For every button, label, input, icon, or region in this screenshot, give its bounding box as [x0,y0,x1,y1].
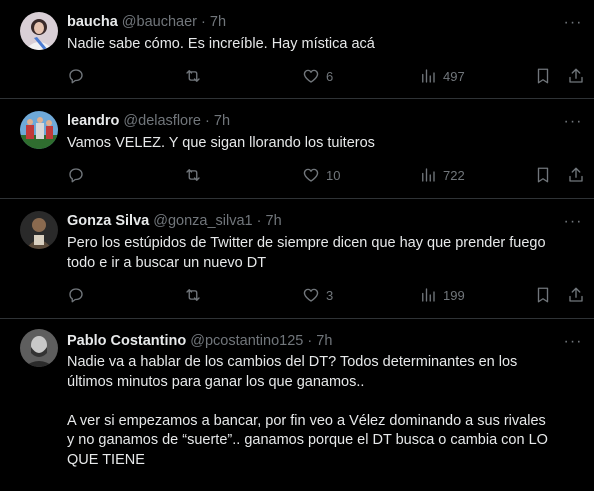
tweet-header: leandro @delasflore · 7h [67,112,230,130]
views-count: 497 [443,68,465,84]
tweet-text: Nadie sabe cómo. Es increíble. Hay místi… [67,35,567,55]
tweet-paragraph: Nadie sabe cómo. Es increíble. Hay místi… [67,36,375,52]
timestamp[interactable]: 7h [214,113,230,129]
tweet-text: Nadie va a hablar de los cambios del DT?… [67,353,557,470]
like-button[interactable]: 3 [302,285,333,305]
separator-dot: · [205,113,210,129]
share-button[interactable] [567,66,585,86]
retweet-button[interactable] [184,165,202,185]
views-icon [422,168,435,182]
author-name[interactable]: leandro [67,113,119,129]
tweet-paragraph: A ver si empezamos a bancar, por fin veo… [67,412,548,468]
more-icon[interactable]: ··· [562,15,584,36]
action-bar: 10 722 [67,165,586,185]
more-icon[interactable]: ··· [562,334,584,355]
share-button[interactable] [567,165,585,185]
author-name[interactable]: Gonza Silva [67,213,149,229]
timestamp[interactable]: 7h [266,213,282,229]
heart-icon [303,69,319,83]
reply-button[interactable] [67,165,85,185]
action-bar: 6 497 [67,66,586,86]
tweet-header: baucha @bauchaer · 7h [67,13,226,31]
share-icon [569,68,583,83]
like-button[interactable]: 10 [302,165,340,185]
views-button[interactable]: 722 [419,165,465,185]
tweet-header: Gonza Silva @gonza_silva1 · 7h [67,212,282,230]
retweet-button[interactable] [184,285,202,305]
tweet-paragraph: Pero los estúpidos de Twitter de siempre… [67,235,546,271]
reply-icon [69,69,83,84]
like-count: 10 [326,167,341,183]
timestamp[interactable]: 7h [316,333,332,349]
separator-dot: · [307,333,313,349]
author-handle[interactable]: @bauchaer [122,14,197,30]
like-count: 3 [326,287,334,303]
like-count: 6 [326,68,334,84]
bookmark-icon [537,287,549,303]
more-icon[interactable]: ··· [562,214,584,235]
like-button[interactable]: 6 [302,66,333,86]
retweet-icon [186,289,200,301]
tweet[interactable]: Gonza Silva @gonza_silva1 · 7h ··· Pero … [0,199,594,319]
avatar[interactable] [20,211,58,249]
retweet-icon [186,169,200,181]
retweet-icon [186,70,200,82]
reply-icon [69,288,83,303]
author-name[interactable]: baucha [67,14,118,30]
bookmark-icon [537,167,549,183]
separator-dot: · [201,14,206,30]
bookmark-button[interactable] [534,66,552,86]
heart-icon [303,288,319,302]
author-handle[interactable]: @delasflore [123,113,201,129]
tweet-paragraph: Nadie va a hablar de los cambios del DT?… [67,354,518,390]
more-icon[interactable]: ··· [562,114,584,135]
views-button[interactable]: 199 [419,285,465,305]
tweet[interactable]: baucha @bauchaer · 7h ··· Nadie sabe cóm… [0,0,594,99]
timestamp[interactable]: 7h [210,14,226,30]
share-icon [569,287,583,302]
views-button[interactable]: 497 [419,66,465,86]
bookmark-icon [537,68,549,84]
views-count: 722 [443,167,465,183]
tweet-header: Pablo Costantino @pcostantino125 · 7h [67,332,332,350]
tweet-text: Vamos VELEZ. Y que sigan llorando los tu… [67,134,567,154]
author-name[interactable]: Pablo Costantino [67,333,186,349]
bookmark-button[interactable] [534,285,552,305]
separator-dot: · [256,213,262,229]
reply-button[interactable] [67,285,85,305]
tweet[interactable]: leandro @delasflore · 7h ··· Vamos VELEZ… [0,99,594,199]
views-count: 199 [443,287,465,303]
share-icon [569,167,583,182]
retweet-button[interactable] [184,66,202,86]
reply-button[interactable] [67,66,85,86]
avatar[interactable] [20,12,58,50]
tweet[interactable]: Pablo Costantino @pcostantino125 · 7h ··… [0,319,594,491]
tweet-paragraph: Vamos VELEZ. Y que sigan llorando los tu… [67,135,375,151]
views-icon [422,69,435,83]
heart-icon [303,168,319,182]
reply-icon [69,168,83,183]
avatar[interactable] [20,329,58,367]
views-icon [422,288,435,302]
tweet-text: Pero los estúpidos de Twitter de siempre… [67,234,567,273]
avatar[interactable] [20,111,58,149]
author-handle[interactable]: @pcostantino125 [190,333,303,349]
author-handle[interactable]: @gonza_silva1 [153,213,252,229]
share-button[interactable] [567,285,585,305]
action-bar: 3 199 [67,285,586,305]
bookmark-button[interactable] [534,165,552,185]
